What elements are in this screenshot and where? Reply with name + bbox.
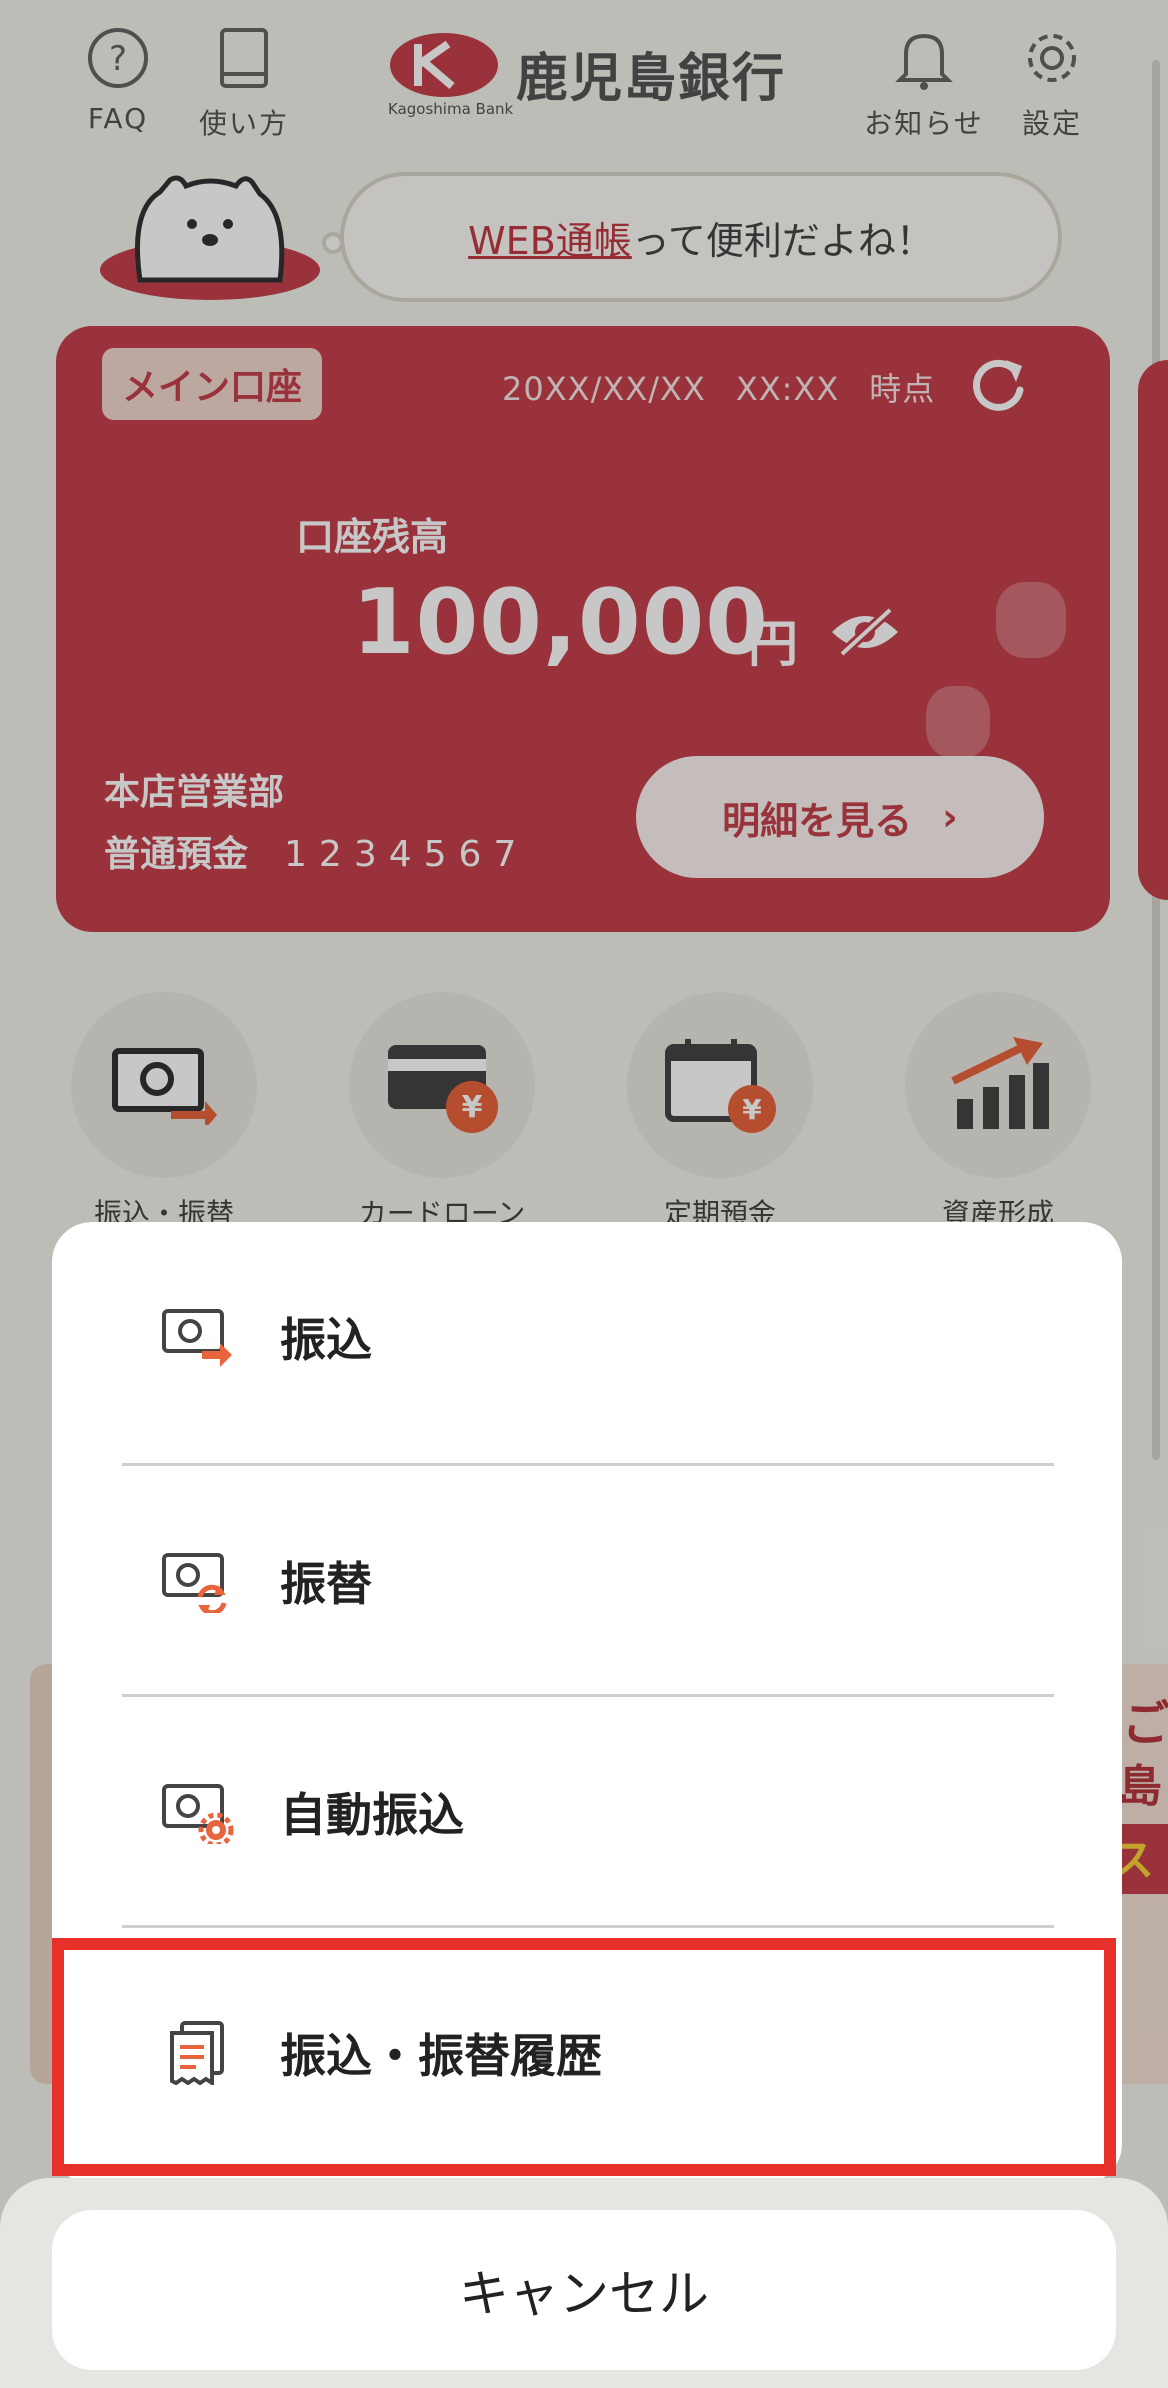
- option-auto-transfer[interactable]: 自動振込: [52, 1697, 1122, 1927]
- transfer-icon: [162, 1309, 232, 1367]
- option-label: 振替: [280, 1557, 372, 1611]
- option-transfer[interactable]: 振込: [52, 1222, 1122, 1452]
- option-transfer-history[interactable]: 振込・振替履歴: [52, 1938, 1122, 2168]
- account-transfer-icon: [162, 1553, 227, 1613]
- separator: [122, 1925, 1054, 1928]
- transfer-action-sheet: 振込 振替 自動振込 振込・振替履歴: [52, 1222, 1122, 2184]
- auto-transfer-icon: [162, 1784, 234, 1844]
- option-account-transfer[interactable]: 振替: [52, 1466, 1122, 1696]
- cancel-button[interactable]: キャンセル: [52, 2210, 1116, 2370]
- history-icon: [170, 2021, 224, 2085]
- option-label: 自動振込: [280, 1788, 464, 1842]
- option-label: 振込・振替履歴: [280, 2029, 602, 2083]
- option-label: 振込: [280, 1313, 372, 1367]
